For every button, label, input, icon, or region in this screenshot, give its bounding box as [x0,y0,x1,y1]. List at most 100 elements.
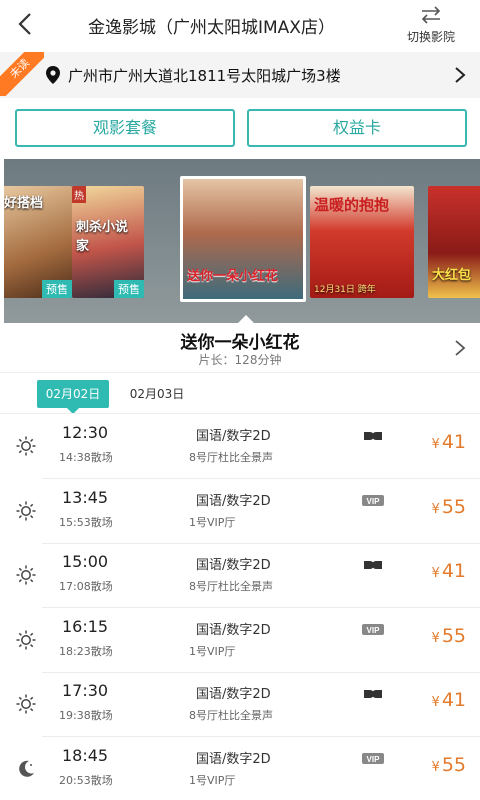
language-format: 国语/数字2D [196,751,271,767]
divider [0,413,480,414]
location-pin-icon [46,66,60,84]
ticket-price[interactable]: ¥55 [432,625,466,647]
poster-item[interactable]: 大红包 [428,186,480,298]
sun-icon [16,694,36,714]
vip-icon: VIP [362,623,384,635]
switch-cinema-label: 切换影院 [406,30,455,44]
end-time: 20:53散场 [59,773,113,787]
svg-text:VIP: VIP [367,497,381,506]
back-arrow-icon[interactable] [12,10,40,38]
presale-badge: 预售 [42,280,72,298]
movie-length: 片长：128分钟 [198,353,282,367]
ticket-price[interactable]: ¥41 [432,431,466,453]
poster-item[interactable]: 好搭档 预售 [4,186,72,298]
movie-poster-carousel[interactable]: 好搭档 预售 热 刺杀小说家 预售 送你一朵小红花 温暖的抱抱 12月31日 跨… [4,159,480,323]
start-time: 13:45 [62,487,109,507]
poster-caption: 12月31日 跨年 [314,285,376,295]
start-time: 15:00 [62,552,109,571]
divider [0,372,480,373]
start-time: 16:15 [62,616,109,636]
price-value: 55 [441,753,466,776]
poster-title: 温暖的抱抱 [314,196,390,214]
price-value: 41 [441,431,466,453]
swap-icon [421,6,441,24]
showtime-row[interactable]: 17:30 19:38散场 国语/数字2D 8号厅杜比全景声 ¥41 [0,673,480,737]
poster-item[interactable]: 温暖的抱抱 12月31日 跨年 [310,186,414,298]
address-text: 广州市广州大道北1811号太阳城广场3楼 [68,67,341,85]
price-value: 41 [441,560,466,582]
poster-title: 大红包 [432,268,472,283]
poster-title: 好搭档 [4,196,44,211]
end-time: 15:53散场 [59,515,113,529]
ticket-price[interactable]: ¥41 [432,560,466,582]
poster-title: 刺杀小说家 [76,220,129,254]
showtime-row[interactable]: 18:45 20:53散场 国语/数字2D 1号VIP厅 VIP ¥55 [0,738,480,800]
svg-text:VIP: VIP [367,626,381,635]
currency-symbol: ¥ [431,759,440,775]
end-time: 14:38散场 [59,451,113,464]
language-format: 国语/数字2D [196,687,271,702]
hall-name: 1号VIP厅 [189,515,236,529]
vip-icon: VIP [362,752,384,764]
currency-symbol: ¥ [431,501,440,517]
dolby-icon [363,560,383,570]
currency-symbol: ¥ [431,695,440,710]
end-time: 17:08散场 [59,580,113,593]
cinema-title: 金逸影城（广州太阳城IMAX店） [88,18,335,38]
dolby-icon [363,431,383,441]
language-format: 国语/数字2D [196,622,271,638]
hall-name: 8号厅杜比全景声 [189,580,273,593]
ticket-price[interactable]: ¥55 [432,754,466,776]
hall-name: 8号厅杜比全景声 [189,451,273,464]
hall-name: 8号厅杜比全景声 [189,709,273,722]
showtime-row[interactable]: 15:00 17:08散场 国语/数字2D 8号厅杜比全景声 ¥41 [0,544,480,608]
app-header: 金逸影城（广州太阳城IMAX店） 切换影院 [0,0,480,50]
language-format: 国语/数字2D [196,558,271,573]
sun-icon [16,501,36,520]
sun-icon [16,436,36,456]
date-tab-active[interactable]: 02月02日 [37,380,109,414]
dolby-icon [363,689,383,699]
ticket-price[interactable]: ¥55 [432,496,466,518]
movie-package-button[interactable]: 观影套餐 [15,109,235,147]
showtime-row[interactable]: 13:45 15:53散场 国语/数字2D 1号VIP厅 VIP ¥55 [0,480,480,544]
start-time: 12:30 [62,423,109,442]
selected-caret [238,315,254,323]
sun-icon [16,630,36,649]
poster-item[interactable]: 热 刺杀小说家 预售 [72,186,144,298]
presale-badge: 预售 [114,280,144,298]
currency-symbol: ¥ [431,437,440,452]
start-time: 18:45 [62,745,109,765]
poster-item-selected[interactable]: 送你一朵小红花 [180,176,306,302]
price-value: 41 [441,689,466,711]
hall-name: 1号VIP厅 [189,644,236,658]
language-format: 国语/数字2D [196,429,271,444]
poster-title: 送你一朵小红花 [187,269,279,284]
switch-cinema-button[interactable]: 切换影院 [400,6,462,45]
unread-ribbon-label: 未读 [0,52,44,96]
chevron-right-icon[interactable] [454,339,466,357]
end-time: 19:38散场 [59,709,113,722]
currency-symbol: ¥ [431,630,440,646]
hall-name: 1号VIP厅 [189,773,236,787]
svg-text:VIP: VIP [367,755,381,764]
start-time: 17:30 [62,681,109,700]
date-tab[interactable]: 02月03日 [120,380,194,408]
price-value: 55 [441,624,466,647]
vip-icon: VIP [362,494,384,506]
membership-card-button[interactable]: 权益卡 [247,109,467,147]
price-value: 55 [441,495,466,518]
language-format: 国语/数字2D [196,493,271,509]
movie-title[interactable]: 送你一朵小红花 [0,328,480,353]
chevron-right-icon [455,67,466,83]
currency-symbol: ¥ [431,566,440,581]
address-bar[interactable]: 未读 广州市广州大道北1811号太阳城广场3楼 [0,52,480,98]
unread-ribbon: 未读 [0,52,44,96]
moon-icon [19,760,34,777]
hot-badge: 热 [72,186,86,203]
showtime-row[interactable]: 16:15 18:23散场 国语/数字2D 1号VIP厅 VIP ¥55 [0,609,480,673]
showtime-row[interactable]: 12:30 14:38散场 国语/数字2D 8号厅杜比全景声 ¥41 [0,415,480,479]
end-time: 18:23散场 [59,644,113,658]
sun-icon [16,565,36,585]
ticket-price[interactable]: ¥41 [432,689,466,711]
